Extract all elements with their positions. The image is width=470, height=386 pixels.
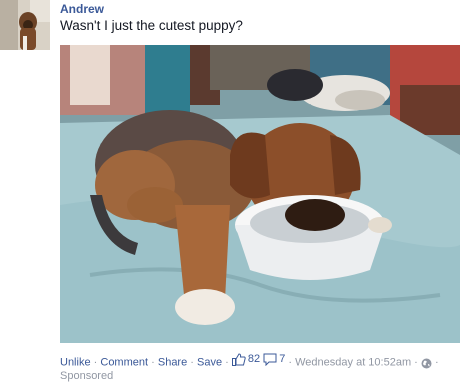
separator: ·	[93, 356, 98, 369]
avatar-image	[0, 0, 50, 50]
comment-bubble-icon	[263, 353, 277, 366]
comments-count: 7	[279, 353, 286, 365]
author-name-link[interactable]: Andrew	[60, 2, 104, 16]
separator: ·	[225, 356, 229, 369]
likes-count-link[interactable]: 82	[231, 352, 261, 366]
save-link[interactable]: Save	[197, 357, 222, 369]
post-timestamp[interactable]: Wednesday at 10:52am	[295, 357, 411, 369]
separator: ·	[414, 356, 418, 369]
post-action-bar: Unlike · Comment · Share · Save · 82 7 ·…	[60, 352, 465, 370]
puppy-photo-image	[60, 45, 460, 343]
comments-count-link[interactable]: 7	[263, 352, 285, 366]
sponsored-label: Sponsored	[60, 370, 114, 382]
globe-icon	[421, 358, 432, 368]
post-photo[interactable]	[60, 45, 460, 343]
author-avatar[interactable]	[0, 0, 50, 50]
likes-count: 82	[247, 353, 261, 365]
comment-link[interactable]: Comment	[100, 357, 148, 369]
separator: ·	[434, 356, 439, 369]
post-message: Wasn't I just the cutest puppy?	[60, 18, 243, 33]
share-link[interactable]: Share	[158, 357, 187, 369]
separator: ·	[288, 356, 293, 369]
separator: ·	[190, 356, 194, 369]
separator: ·	[151, 356, 155, 369]
unlike-link[interactable]: Unlike	[60, 357, 91, 369]
thumbs-up-icon	[231, 352, 246, 366]
